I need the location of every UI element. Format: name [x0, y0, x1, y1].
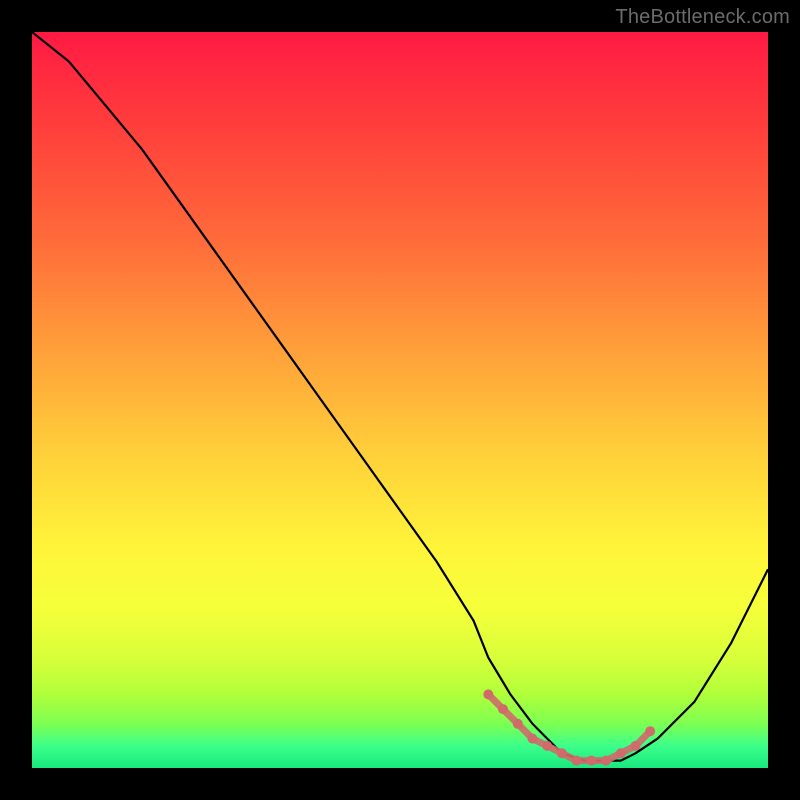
marker-dot	[645, 726, 655, 736]
chart-container: TheBottleneck.com	[0, 0, 800, 800]
marker-dot	[542, 741, 552, 751]
marker-dot	[513, 719, 523, 729]
marker-dot	[616, 748, 626, 758]
marker-dot	[483, 689, 493, 699]
marker-dot	[498, 704, 508, 714]
plot-area	[32, 32, 768, 768]
optimal-range-stroke	[488, 694, 650, 760]
marker-dot	[572, 756, 582, 766]
optimal-range-markers	[483, 689, 655, 765]
marker-dot	[601, 756, 611, 766]
marker-dot	[528, 734, 538, 744]
chart-svg	[32, 32, 768, 768]
watermark-text: TheBottleneck.com	[615, 6, 790, 29]
bottleneck-curve	[32, 32, 768, 761]
marker-dot	[631, 741, 641, 751]
marker-dot	[557, 748, 567, 758]
marker-dot	[586, 756, 596, 766]
